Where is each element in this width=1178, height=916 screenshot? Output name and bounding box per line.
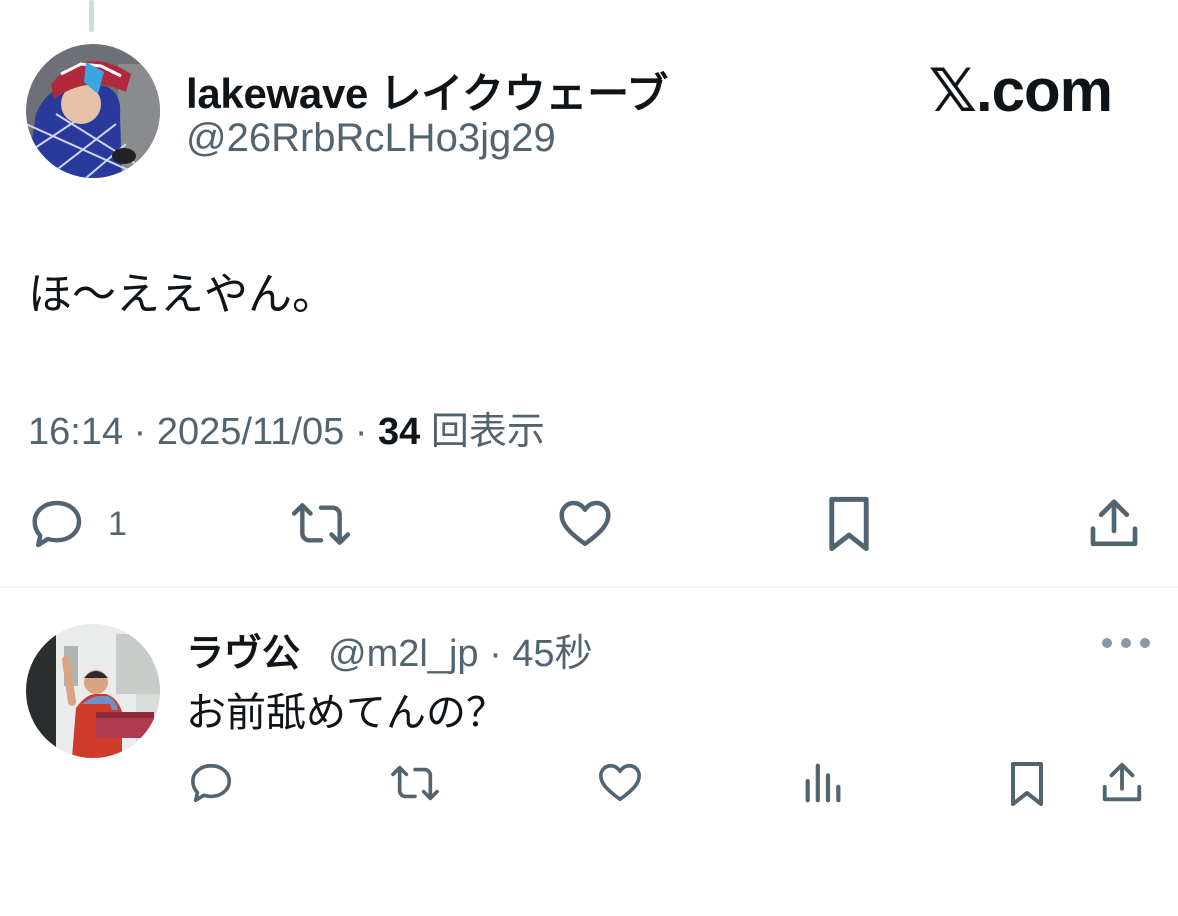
author-avatar-image bbox=[26, 44, 160, 178]
tweet-action-bar: 1 bbox=[0, 492, 1178, 556]
reply-like-button[interactable] bbox=[596, 760, 644, 806]
reply-bookmark-button[interactable] bbox=[1006, 758, 1048, 810]
reply-button[interactable]: 1 bbox=[28, 496, 127, 552]
tweet-meta: 16:14 · 2025/11/05 · 34 回表示 bbox=[28, 400, 545, 455]
bookmark-icon bbox=[1011, 762, 1043, 806]
analytics-icon bbox=[805, 763, 841, 803]
more-dot bbox=[1140, 638, 1150, 648]
reply-icon bbox=[191, 763, 232, 803]
thread-connector-line bbox=[89, 0, 94, 32]
reply-handle[interactable]: @m2l_jp bbox=[328, 633, 479, 675]
x-logo: 𝕏.com bbox=[928, 57, 1113, 124]
share-button[interactable] bbox=[1086, 496, 1142, 552]
repost-icon bbox=[291, 503, 351, 545]
author-display-name[interactable]: lakewave レイクウェーブ bbox=[186, 60, 668, 121]
reply-repost-button[interactable] bbox=[388, 760, 442, 806]
meta-separator: · bbox=[354, 411, 379, 453]
views-count: 34 bbox=[378, 411, 421, 453]
reply-text: お前舐めてんの？ bbox=[186, 691, 506, 735]
reply-age[interactable]: 45秒 bbox=[512, 633, 592, 675]
more-dot bbox=[1121, 638, 1131, 648]
bookmark-icon bbox=[829, 496, 869, 552]
reply-display-name[interactable]: ラヴ公 bbox=[186, 622, 300, 677]
share-icon bbox=[1090, 499, 1138, 547]
heart-icon bbox=[559, 500, 611, 547]
heart-icon bbox=[599, 763, 641, 802]
tweet-text: ほ〜ええやん。 bbox=[28, 270, 336, 319]
meta-separator: · bbox=[489, 633, 513, 675]
reply-icon bbox=[32, 500, 82, 548]
reply-reply-button[interactable] bbox=[188, 760, 236, 806]
reply-action-bar bbox=[0, 758, 1178, 810]
tweet-screenshot: lakewave レイクウェーブ @26RrbRcLHo3jg29 𝕏.com … bbox=[0, 0, 1178, 916]
divider bbox=[0, 586, 1178, 588]
tweet-date[interactable]: 2025/11/05 bbox=[157, 411, 344, 453]
like-button[interactable] bbox=[556, 496, 614, 552]
reply-author-avatar[interactable] bbox=[26, 624, 160, 758]
author-avatar[interactable] bbox=[26, 44, 160, 178]
reply-share-button[interactable] bbox=[1098, 760, 1146, 806]
share-icon bbox=[1102, 762, 1142, 802]
bookmark-button[interactable] bbox=[824, 492, 874, 556]
reply-views-button[interactable] bbox=[800, 760, 846, 806]
repost-button[interactable] bbox=[288, 496, 354, 552]
reply-handle-line: @m2l_jp · 45秒 bbox=[328, 622, 593, 677]
author-handle[interactable]: @26RrbRcLHo3jg29 bbox=[186, 116, 556, 161]
views-label: 回表示 bbox=[430, 411, 545, 453]
repost-icon bbox=[391, 765, 439, 801]
tweet-time[interactable]: 16:14 bbox=[28, 411, 123, 453]
reply-count: 1 bbox=[108, 504, 127, 543]
more-icon[interactable] bbox=[1102, 630, 1150, 656]
reply-author-avatar-image bbox=[26, 624, 160, 758]
more-dot bbox=[1102, 638, 1112, 648]
meta-separator: · bbox=[133, 411, 157, 453]
